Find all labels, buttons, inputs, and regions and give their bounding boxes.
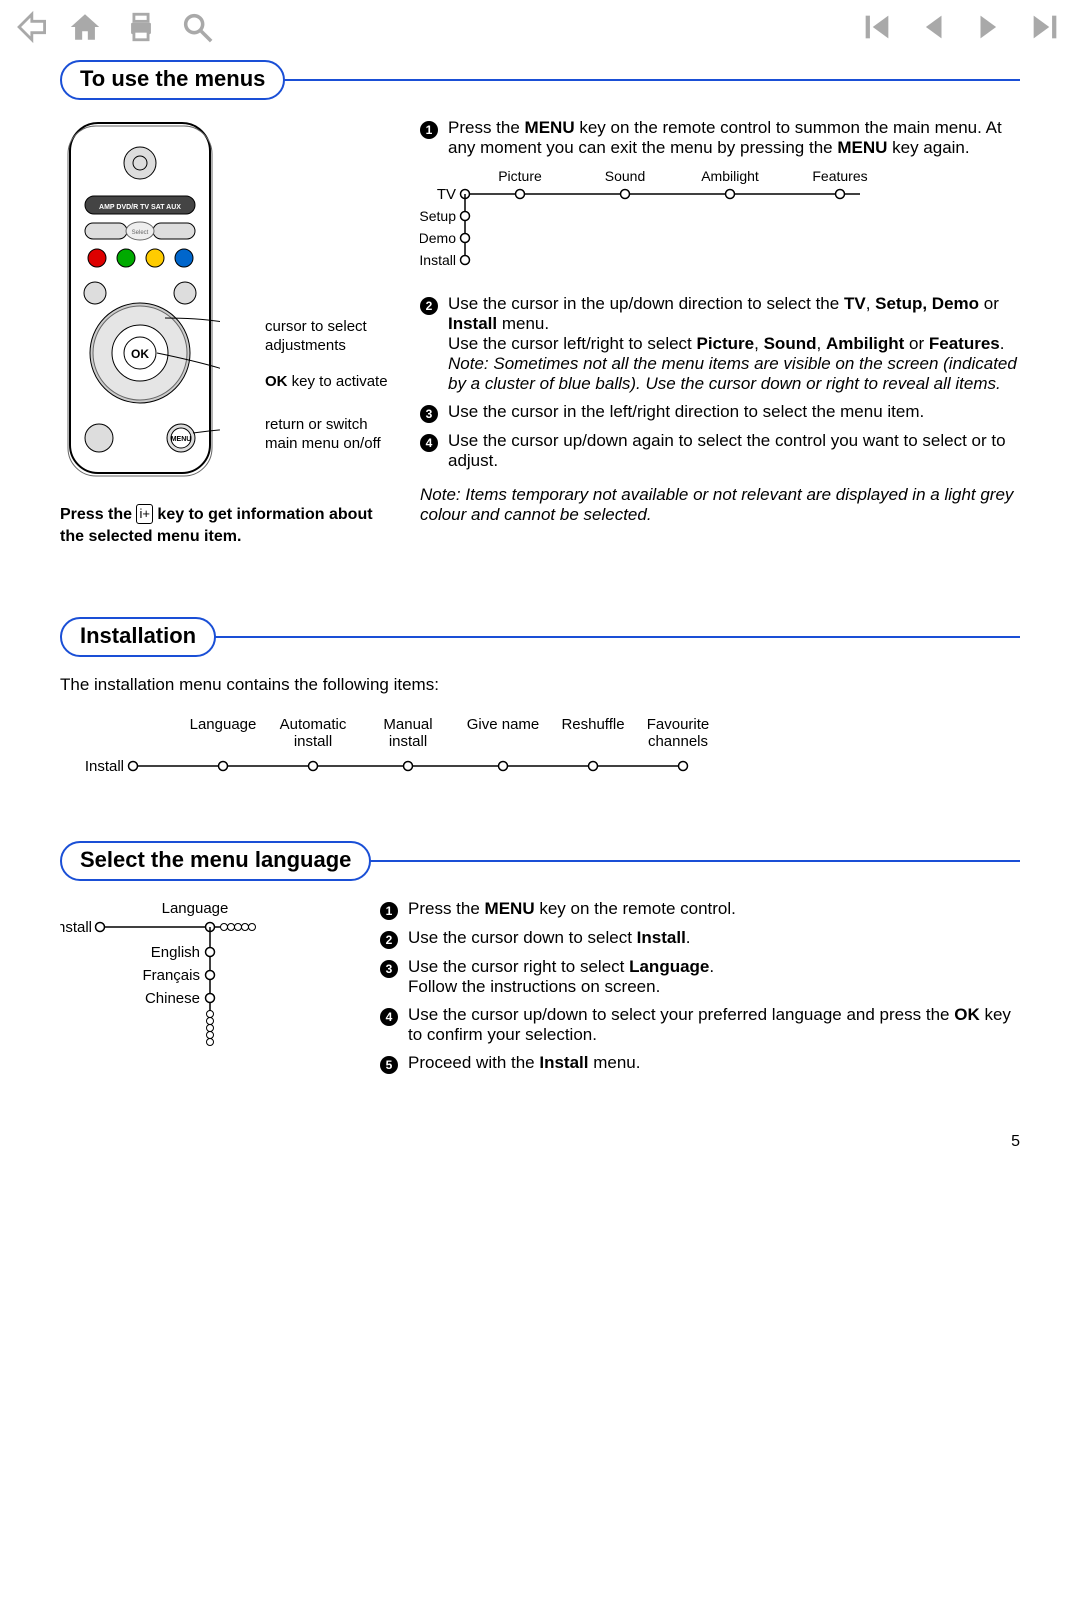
svg-text:Français: Français (142, 967, 200, 984)
step-4-bullet: 4 (420, 434, 438, 452)
step-4-text: Use the cursor up/down again to select t… (448, 431, 1020, 471)
use-menus-steps: 1 Press the MENU key on the remote contr… (420, 118, 1020, 158)
svg-text:Picture: Picture (498, 168, 542, 184)
svg-text:channels: channels (648, 733, 708, 750)
search-icon[interactable] (180, 10, 214, 44)
section-heading-installation: Installation (60, 617, 1020, 657)
step-3-text: Use the cursor in the left/right directi… (448, 402, 924, 422)
info-plus-icon: i+ (136, 504, 152, 524)
section-title: Select the menu language (60, 841, 371, 881)
svg-text:English: English (151, 944, 200, 961)
prev-page-icon[interactable] (916, 10, 950, 44)
svg-text:AMP DVD/R TV SAT AUX: AMP DVD/R TV SAT AUX (99, 204, 181, 211)
select-lang-steps: 1 Press the MENU key on the remote contr… (380, 899, 1020, 1074)
info-tip: Press the i+ key to get information abou… (60, 504, 400, 547)
svg-text:Install: Install (85, 758, 124, 775)
page-content: To use the menus AMP DVD/R TV SAT AUX (0, 50, 1080, 1133)
svg-text:Sound: Sound (605, 168, 645, 184)
svg-text:Install: Install (60, 919, 92, 936)
last-page-icon[interactable] (1028, 10, 1062, 44)
tv-menu-diagram: Picture Sound Ambilight Features TV Setu (420, 166, 1020, 280)
step-1-text: Press the MENU key on the remote control… (448, 118, 1020, 158)
svg-text:Language: Language (190, 716, 257, 733)
step-1-bullet: 1 (420, 121, 438, 139)
section-heading-select-lang: Select the menu language (60, 841, 1020, 881)
svg-text:MENU: MENU (171, 436, 192, 443)
install-menu-diagram: Language Automatic install Manual instal… (78, 711, 1020, 795)
section-title: Installation (60, 617, 216, 657)
remote-control-icon: AMP DVD/R TV SAT AUX Select (60, 118, 220, 478)
svg-text:Select: Select (132, 230, 149, 236)
installation-intro: The installation menu contains the follo… (60, 675, 1020, 695)
home-icon[interactable] (68, 10, 102, 44)
section-title: To use the menus (60, 60, 285, 100)
section-heading-use-menus: To use the menus (60, 60, 1020, 100)
step-2-bullet: 2 (420, 297, 438, 315)
svg-text:Setup: Setup (420, 208, 456, 224)
callout-cursor: cursor to select adjustments (265, 318, 395, 356)
back-icon[interactable] (12, 10, 46, 44)
callout-ok: OK key to activate (265, 373, 395, 392)
svg-text:Chinese: Chinese (145, 990, 200, 1007)
first-page-icon[interactable] (860, 10, 894, 44)
page-number: 5 (0, 1133, 1080, 1191)
svg-text:Give name: Give name (467, 716, 540, 733)
svg-text:TV: TV (437, 186, 456, 203)
step-2-text: Use the cursor in the up/down direction … (448, 294, 1020, 394)
svg-text:Language: Language (162, 900, 229, 917)
step-3-bullet: 3 (420, 405, 438, 423)
svg-text:Favourite: Favourite (647, 716, 710, 733)
pdf-toolbar (0, 0, 1080, 50)
print-icon[interactable] (124, 10, 158, 44)
svg-text:Automatic: Automatic (280, 716, 347, 733)
svg-text:install: install (294, 733, 332, 750)
remote-illustration: AMP DVD/R TV SAT AUX Select (60, 118, 400, 498)
callout-menu: return or switch main menu on/off (265, 416, 400, 454)
language-menu-diagram: Language Install English Français Chi (60, 899, 360, 1093)
svg-text:Demo: Demo (420, 230, 456, 246)
svg-text:Reshuffle: Reshuffle (561, 716, 624, 733)
grey-items-note: Note: Items temporary not available or n… (420, 485, 1020, 525)
next-page-icon[interactable] (972, 10, 1006, 44)
svg-text:OK: OK (131, 347, 149, 361)
svg-text:Manual: Manual (383, 716, 432, 733)
svg-text:Ambilight: Ambilight (701, 168, 759, 184)
svg-text:install: install (389, 733, 427, 750)
svg-text:Features: Features (812, 168, 867, 184)
svg-text:Install: Install (420, 252, 456, 268)
